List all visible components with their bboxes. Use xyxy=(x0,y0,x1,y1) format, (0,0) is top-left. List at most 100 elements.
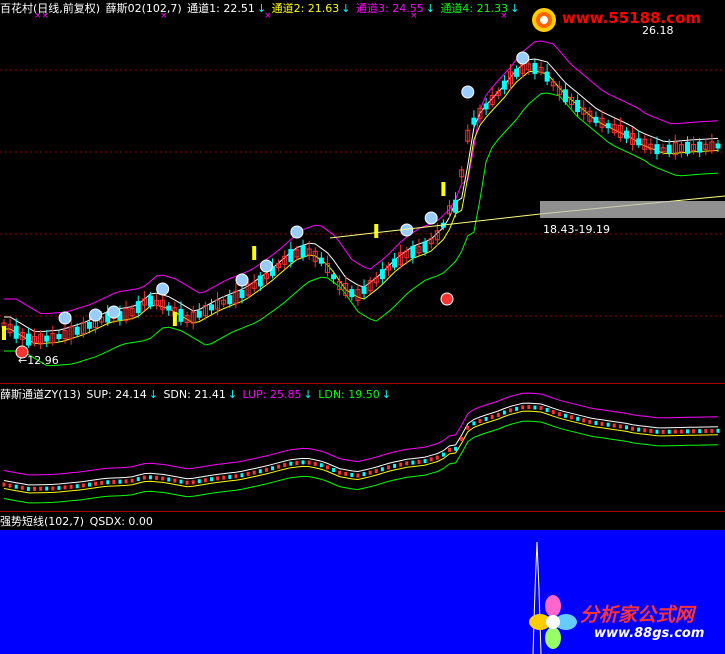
sdn-arrow: ↓ xyxy=(227,388,238,401)
p2-candle xyxy=(655,429,659,434)
cross-mark: ×× xyxy=(34,11,50,21)
p2-candle xyxy=(637,427,641,432)
site-logo-top: www.55188.com xyxy=(528,6,718,34)
channel3-arrow: ↓ xyxy=(425,2,435,15)
channel2-arrow: ↓ xyxy=(341,2,351,15)
p2-candle xyxy=(692,429,696,434)
channel3-line xyxy=(4,40,719,315)
stock-title: 百花村(日线,前复权) xyxy=(0,2,101,15)
p2-candle xyxy=(478,419,482,423)
p2-candle xyxy=(380,467,384,472)
candle-body xyxy=(593,116,599,123)
p2-candle xyxy=(307,460,311,465)
p2-candle xyxy=(521,405,525,410)
candle-body xyxy=(361,286,367,294)
candle-body xyxy=(208,304,214,311)
p2-candle xyxy=(582,418,586,423)
p2-candle xyxy=(142,475,146,480)
candle-body xyxy=(25,333,31,346)
p2-candle xyxy=(716,428,720,433)
candle-body xyxy=(379,269,385,280)
p2-candle xyxy=(325,465,329,470)
p2-candle xyxy=(167,477,171,482)
p2-candle xyxy=(570,415,574,420)
low-price-label: ←12.96 xyxy=(18,354,59,367)
p2-candle xyxy=(368,470,372,475)
p2-candle xyxy=(75,484,79,489)
p2-candle xyxy=(51,486,55,491)
p2-candle xyxy=(252,470,256,475)
p2-candle xyxy=(612,423,616,428)
candle-body xyxy=(514,68,520,77)
ldn-line xyxy=(3,420,719,504)
p2-candle xyxy=(191,480,195,485)
candle-body xyxy=(147,295,153,307)
p2-candle xyxy=(203,478,207,483)
p2-candle xyxy=(100,480,104,485)
site-logo-bottom: 分析家公式网 www.88gs.com xyxy=(528,594,724,652)
signal-bar xyxy=(441,182,446,196)
buy-signal-ball xyxy=(516,51,530,65)
signal-bar xyxy=(172,312,177,326)
candle-body xyxy=(166,305,172,311)
p2-candle xyxy=(228,474,232,479)
p2-candle xyxy=(271,466,275,471)
panel-divider xyxy=(0,511,725,512)
qsdx-value: QSDX: 0.00 xyxy=(89,515,153,528)
lup-line xyxy=(3,392,719,476)
p2-candle xyxy=(551,410,555,415)
candle-body xyxy=(532,62,538,74)
buy-signal-ball xyxy=(290,225,304,239)
ldn-arrow: ↓ xyxy=(381,388,391,401)
candle-body xyxy=(288,249,294,263)
p2-candle xyxy=(161,476,165,481)
candle-body xyxy=(300,245,306,258)
p2-candle xyxy=(624,425,628,430)
p2-candle xyxy=(106,480,110,485)
candle-body xyxy=(501,80,507,90)
candle-body xyxy=(697,141,703,153)
buy-signal-ball xyxy=(89,308,103,322)
p2-candle xyxy=(216,476,220,481)
candle-body xyxy=(544,71,550,82)
p2-candle xyxy=(704,429,708,434)
p2-candle xyxy=(545,407,549,412)
channel4-arrow: ↓ xyxy=(510,2,520,15)
candle-body xyxy=(227,295,233,305)
panel3-header: 强势短线(102,7) QSDX: 0.00 xyxy=(0,513,155,529)
p2-candle xyxy=(454,446,458,451)
p2-candle xyxy=(240,473,244,478)
p2-candle xyxy=(8,483,12,488)
flower-logo-icon xyxy=(529,595,577,649)
sup-arrow: ↓ xyxy=(148,388,158,401)
p2-candle xyxy=(631,426,635,431)
lup-value: LUP: 25.85 xyxy=(242,388,302,401)
buy-signal-ball xyxy=(107,305,121,319)
indicator-title: 薛斯02(102,7) xyxy=(105,2,182,15)
buy-signal-ball xyxy=(461,85,475,99)
p2-candle xyxy=(594,420,598,425)
p2-candle xyxy=(39,486,43,491)
p2-candle xyxy=(246,471,250,476)
p2-candle xyxy=(399,462,403,467)
p2-candle xyxy=(26,486,30,491)
p2-candle xyxy=(472,421,476,426)
p2-candle xyxy=(661,429,665,434)
p2-candle xyxy=(148,475,152,480)
candle-body xyxy=(410,245,416,258)
p2-candle xyxy=(94,481,98,486)
p2-candle xyxy=(527,405,531,410)
p2-candle xyxy=(69,484,73,489)
panel2-header: 薛斯通道ZY(13) SUP: 24.14 ↓ SDN: 21.41 ↓ LUP: … xyxy=(0,386,393,402)
buy-signal-ball xyxy=(259,259,273,273)
cross-mark: × xyxy=(500,11,508,21)
p2-candle xyxy=(258,469,262,474)
p2-candle xyxy=(405,461,409,466)
p2-candle xyxy=(338,470,342,475)
candle-body xyxy=(257,275,263,287)
p2-candle xyxy=(63,485,67,490)
signal-bar xyxy=(2,326,6,340)
candle-body xyxy=(135,301,141,314)
p2-candle xyxy=(350,472,354,477)
p2-candle xyxy=(563,413,567,418)
